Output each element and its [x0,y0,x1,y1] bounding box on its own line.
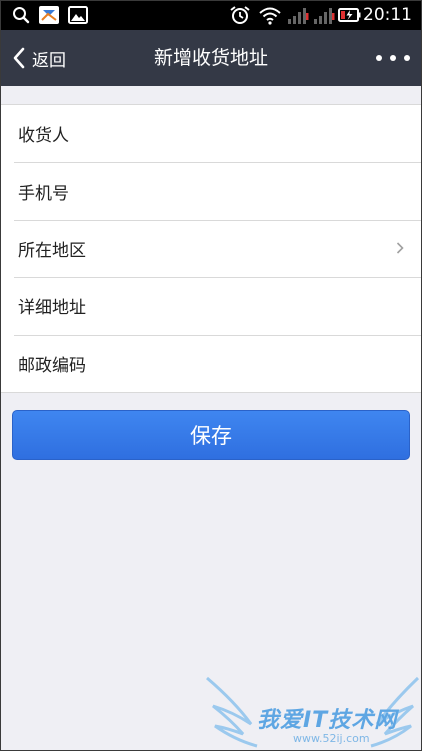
more-icon-dot [376,55,382,61]
alarm-icon [230,6,250,24]
navigation-bar: 返回 新增收货地址 [0,30,422,86]
search-icon [13,7,30,24]
battery-charging-icon [338,8,361,22]
watermark-text: 我爱IT技术网 [257,708,398,733]
signal-icon [314,8,335,24]
save-button[interactable]: 保存 [12,410,410,460]
wifi-icon [259,7,281,25]
watermark: 我爱IT技术网 www.52ij.com [205,672,420,751]
gallery-icon [68,6,88,24]
more-icon-dot [404,55,410,61]
signal-icon [288,8,309,24]
chevron-left-icon [13,47,25,69]
field-label: 手机号 [18,183,69,204]
phone-field[interactable]: 手机号 [0,162,422,219]
watermark-url: www.52ij.com [293,732,370,745]
postal-code-field[interactable]: 邮政编码 [0,334,422,392]
address-detail-field[interactable]: 详细地址 [0,277,422,334]
field-label: 所在地区 [18,240,86,261]
status-time: 20:11 [363,5,412,25]
back-button[interactable]: 返回 [12,30,66,86]
app-notification-icon [39,6,59,24]
more-button[interactable] [376,48,410,68]
chevron-right-icon [396,242,404,255]
address-form: 收货人 手机号 所在地区 详细地址 邮政编码 [0,104,422,393]
back-label: 返回 [32,50,66,71]
recipient-field[interactable]: 收货人 [0,105,422,162]
status-bar: 20:11 [0,0,422,30]
field-label: 详细地址 [18,298,86,319]
field-label: 收货人 [18,126,69,147]
region-field[interactable]: 所在地区 [0,219,422,277]
more-icon-dot [390,55,396,61]
field-label: 邮政编码 [18,355,86,376]
